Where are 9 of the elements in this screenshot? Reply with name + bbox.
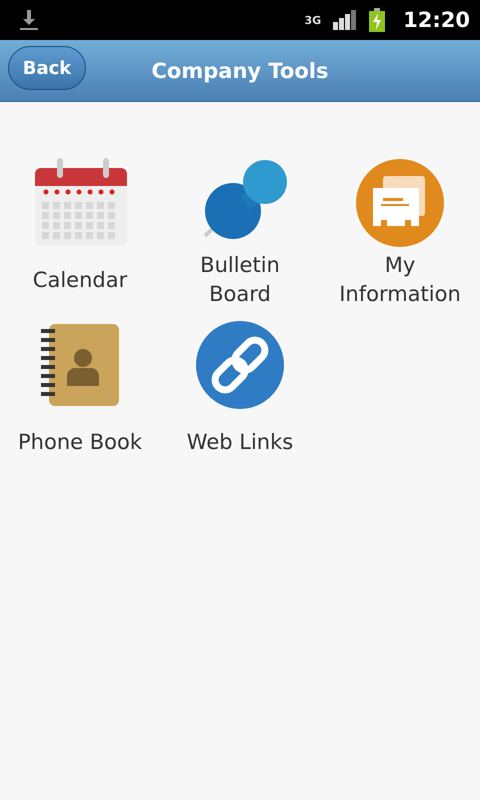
tool-label[interactable]: Web Links <box>186 412 294 472</box>
tool-label[interactable]: My Information <box>330 250 470 310</box>
clock: 12:20 <box>403 8 470 32</box>
tool-label[interactable]: Phone Book <box>18 412 142 472</box>
tool-label[interactable]: Bulletin Board <box>170 250 310 310</box>
back-button[interactable]: Back <box>8 46 86 90</box>
tool-label[interactable]: Calendar <box>32 250 128 310</box>
page-title: Company Tools <box>152 58 328 82</box>
network-type: 3G <box>304 14 322 26</box>
